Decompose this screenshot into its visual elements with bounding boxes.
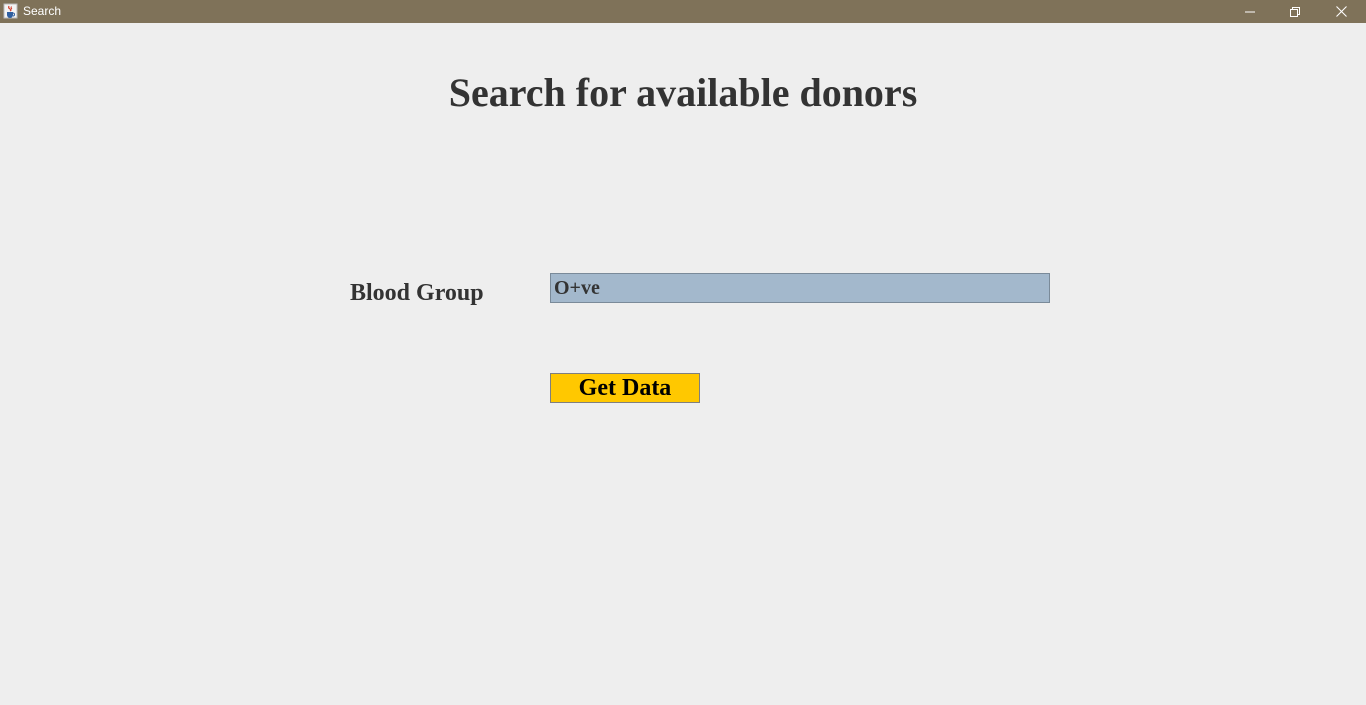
minimize-icon [1245,7,1255,17]
maximize-button[interactable] [1272,0,1318,23]
blood-group-label: Blood Group [350,280,484,306]
close-icon [1335,6,1347,17]
close-button[interactable] [1318,0,1364,23]
window-titlebar[interactable]: Search [0,0,1366,23]
get-data-button[interactable]: Get Data [550,373,700,403]
search-form-panel: Search for available donors Blood Group … [0,23,1366,705]
blood-group-input[interactable] [550,273,1050,303]
minimize-button[interactable] [1227,0,1273,23]
window-title: Search [23,4,62,18]
page-title: Search for available donors [448,70,918,115]
maximize-icon [1290,6,1300,17]
java-cup-icon [3,3,18,19]
